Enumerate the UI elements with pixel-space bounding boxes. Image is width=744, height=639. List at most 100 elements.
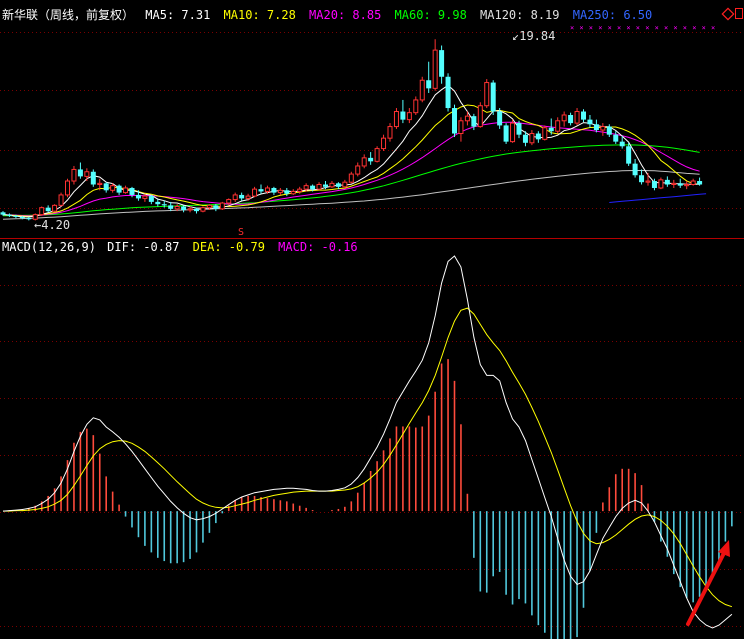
candle-9 (58, 192, 64, 207)
ma120-label: MA120: 8.19 (480, 8, 560, 22)
candle-body (65, 180, 70, 196)
price-legend: 新华联（周线，前复权） MA5: 7.31 MA10: 7.28 MA20: 8… (2, 8, 658, 22)
candle-63 (406, 108, 412, 124)
close-box-icon[interactable] (735, 8, 743, 19)
ma250-cross-mark-7: × (636, 24, 640, 32)
candle-body (90, 171, 96, 185)
candle-body (123, 187, 129, 194)
candle-body (258, 189, 264, 192)
candle-16 (103, 182, 109, 193)
candle-45 (290, 189, 296, 195)
candle-body (561, 114, 567, 122)
candle-body (200, 207, 206, 212)
candle-body (381, 137, 387, 150)
macd-legend: MACD(12,26,9) DIF: -0.87 DEA: -0.79 MACD… (2, 240, 364, 254)
candle-body (84, 171, 90, 177)
candle-body (606, 126, 612, 135)
candle-60 (387, 123, 393, 142)
candle-body (374, 148, 380, 162)
ma250-cross-mark-6: × (626, 24, 630, 32)
candle-84 (542, 125, 548, 141)
ma250-cross-mark-11: × (673, 24, 677, 32)
ma60-label: MA60: 9.98 (394, 8, 467, 22)
candle-body (419, 79, 425, 101)
macd-value-label: MACD: -0.16 (278, 240, 358, 254)
candle-55 (355, 162, 361, 177)
candle-body (310, 185, 316, 190)
dea-label: DEA: -0.79 (192, 240, 265, 254)
candle-69 (445, 73, 451, 112)
candle-11 (71, 165, 77, 185)
candle-70 (452, 104, 457, 138)
candle-body (464, 115, 470, 122)
candle-95 (613, 131, 619, 144)
ma10-label: MA10: 7.28 (223, 8, 296, 22)
ma250-cross-mark-1: × (579, 24, 583, 32)
candle-body (6, 214, 12, 216)
candle-28 (181, 205, 187, 213)
candle-body (574, 111, 580, 124)
ma250-cross-mark-10: × (664, 24, 668, 32)
candle-body (677, 183, 683, 186)
candle-12 (77, 162, 83, 179)
candle-108 (697, 177, 703, 186)
candle-body (335, 183, 341, 187)
candle-58 (374, 146, 380, 163)
candle-body (271, 187, 277, 193)
candle-22 (142, 193, 148, 202)
candle-body (664, 179, 670, 185)
candle-body (516, 123, 522, 135)
candle-body (110, 185, 116, 191)
candle-76 (490, 80, 496, 115)
candle-83 (535, 131, 541, 143)
candle-body (535, 133, 541, 140)
candle-91 (587, 114, 593, 128)
candle-body (45, 207, 51, 212)
candle-90 (581, 109, 586, 122)
candle-19 (123, 185, 129, 194)
candle-body (432, 49, 438, 89)
candle-body (181, 206, 187, 210)
candle-body (426, 80, 432, 89)
candle-87 (561, 111, 567, 127)
candle-61 (393, 108, 399, 129)
candle-body (19, 216, 25, 219)
candle-body (239, 194, 245, 199)
candle-body (593, 124, 599, 131)
candle-13 (84, 168, 90, 182)
candle-43 (277, 187, 283, 195)
ma20-label: MA20: 8.85 (309, 8, 382, 22)
candle-body (697, 181, 703, 185)
candle-42 (271, 186, 277, 195)
ma250-cross-mark-2: × (589, 24, 593, 32)
candle-body (26, 218, 32, 220)
candle-body (568, 114, 574, 124)
candle-107 (690, 178, 696, 186)
candle-65 (419, 76, 425, 103)
candle-body (71, 168, 77, 182)
macd-histogram (8, 359, 733, 639)
candle-1 (6, 213, 12, 217)
candle-75 (484, 79, 490, 109)
candle-body (355, 165, 361, 175)
ma250-cross-mark-9: × (655, 24, 659, 32)
candle-body (116, 185, 122, 193)
stock-chart[interactable]: × × × × × × × × × × × × × × × × (0, 0, 744, 639)
candle-body (213, 205, 219, 209)
candle-body (0, 212, 6, 215)
candle-body (135, 194, 141, 199)
candle-body (458, 120, 464, 135)
candle-33 (213, 204, 219, 212)
ma250-cross-mark-13: × (692, 24, 696, 32)
candle-body (316, 184, 322, 190)
candle-body (187, 208, 193, 211)
grid-lines (0, 32, 744, 627)
candle-78 (503, 123, 509, 144)
candle-body (503, 125, 509, 142)
candle-10 (65, 178, 70, 198)
diamond-icon[interactable] (721, 7, 735, 21)
candle-body (529, 133, 535, 144)
candle-body (497, 111, 503, 126)
candle-body (413, 99, 419, 114)
candle-103 (664, 176, 670, 187)
